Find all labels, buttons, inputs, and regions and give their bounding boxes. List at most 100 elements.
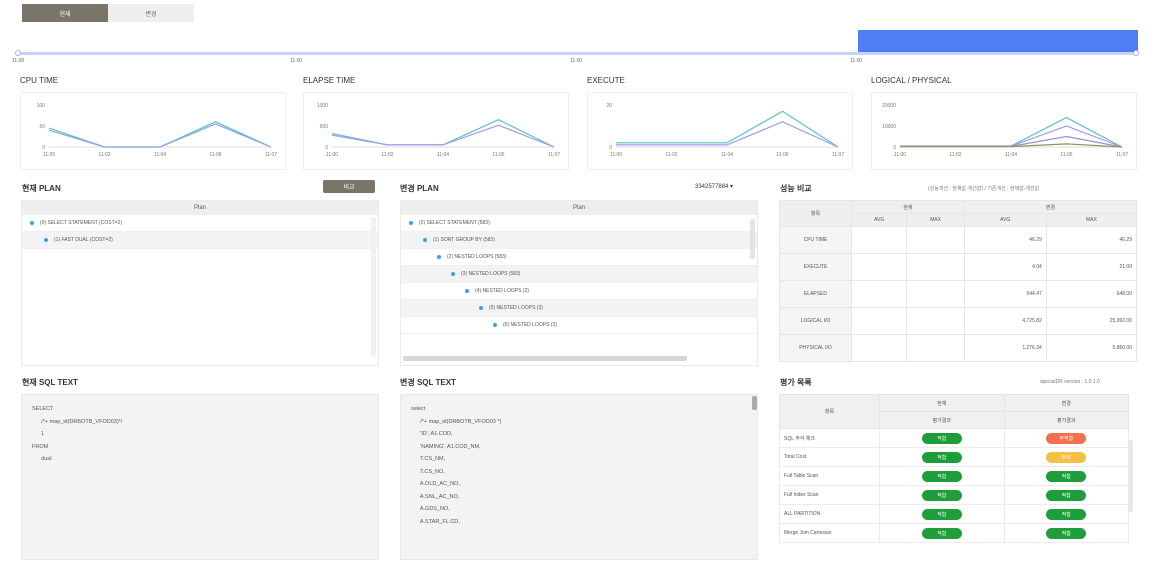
status-badge: 적합 <box>921 489 962 501</box>
eval-scrollbar[interactable] <box>1128 440 1133 512</box>
timeline-label: 11:00 <box>290 58 303 64</box>
tree-node-icon[interactable] <box>437 255 441 259</box>
chart-title: ELAPSE TIME <box>303 76 356 85</box>
timeline-end-handle[interactable] <box>1133 50 1139 56</box>
y-tick-label: 20000 <box>882 103 896 109</box>
tab-change[interactable]: 변경 <box>108 4 194 22</box>
perf-cell: 544.47 <box>963 280 1047 308</box>
sql-scrollbar[interactable] <box>752 396 757 410</box>
x-tick-label: 11:02 <box>381 152 393 158</box>
chart-title: EXECUTE <box>587 76 625 85</box>
table-row: Total Cost 적합 주의 <box>779 447 1129 467</box>
tree-node-icon[interactable] <box>423 238 427 242</box>
perf-title: 성능 비교 <box>780 184 812 193</box>
status-badge: 적합 <box>1046 508 1087 520</box>
timeline-start-handle[interactable] <box>15 50 21 56</box>
chart-svg: 20000 10000 011:00 11:02 11:04 11:06 11:07 <box>882 103 1128 158</box>
perf-sub-avg: AVG <box>850 213 908 227</box>
tree-node-icon[interactable] <box>409 221 413 225</box>
plan-row-text: (3) NESTED LOOPS (583) <box>461 271 521 277</box>
perf-cell <box>850 253 908 281</box>
perf-cell <box>906 226 965 254</box>
chart-cpu-time: CPU TIME 100 50 0 11:00 11:02 11:04 11:06 11:07 <box>20 76 286 172</box>
eval-row-label: Full Table Scan <box>779 466 880 486</box>
plan-row[interactable]: (1) SORT GROUP BY (583) <box>401 232 757 249</box>
x-tick-label: 11:06 <box>1060 152 1072 158</box>
plan-row[interactable]: (4) NESTED LOOPS (3) <box>401 283 757 300</box>
x-tick-label: 11:04 <box>721 152 733 158</box>
x-tick-label: 11:04 <box>1005 152 1017 158</box>
plan-scrollbar[interactable] <box>371 217 376 357</box>
perf-cell: 4,725.82 <box>963 307 1047 335</box>
perf-cell <box>906 253 965 281</box>
timeline-label: 11:00 <box>12 58 25 64</box>
status-badge: 부적합 <box>1046 432 1087 444</box>
perf-row-label: ELAPSED <box>779 280 852 308</box>
plan-row[interactable]: (1) FAST DUAL (COST=2) <box>22 232 378 249</box>
x-tick-label: 11:07 <box>548 152 560 158</box>
x-tick-label: 11:07 <box>832 152 844 158</box>
perf-cell <box>906 334 965 362</box>
chart-area: 100 50 0 11:00 11:02 11:04 11:06 11:07 <box>20 92 286 170</box>
plan-row[interactable]: (6) NESTED LOOPS (3) <box>401 317 757 334</box>
plan-row[interactable]: (0) SELECT STATEMENT (583) <box>401 215 757 232</box>
y-tick-label: 0 <box>325 145 328 151</box>
eval-sub-change: 평가결과 <box>1003 411 1129 429</box>
change-sql-text[interactable]: select /*+ map_id(DRBOTB_VFOD03 *) 'ID',… <box>400 394 758 560</box>
status-badge: 적합 <box>921 432 962 444</box>
plan-row-text: (1) SORT GROUP BY (583) <box>433 237 495 243</box>
plan-row[interactable]: (5) NESTED LOOPS (3) <box>401 300 757 317</box>
eval-version: specialDR version : 1.0.1.0 <box>1040 379 1100 385</box>
status-badge: 주의 <box>1046 451 1087 463</box>
timeline-track[interactable] <box>18 52 1138 55</box>
change-plan-title: 변경 PLAN <box>400 184 439 193</box>
perf-cell <box>906 280 965 308</box>
plan-row[interactable]: (3) NESTED LOOPS (583) <box>401 266 757 283</box>
plan-row[interactable]: (0) SELECT STATEMENT (COST=2) <box>22 215 378 232</box>
perf-cell: 46.29 <box>1045 226 1138 254</box>
tree-node-icon[interactable] <box>44 238 48 242</box>
tree-node-icon[interactable] <box>30 221 34 225</box>
timeline-slider[interactable]: 11:00 11:00 11:00 11:00 <box>12 30 1139 64</box>
compare-button[interactable]: 비교 <box>323 180 375 193</box>
plan-horizontal-scrollbar[interactable] <box>403 356 687 361</box>
status-badge: 적합 <box>1046 527 1087 539</box>
y-tick-label: 0 <box>609 145 612 151</box>
series-line <box>331 124 555 148</box>
chart-area: 20 0 11:00 11:02 11:04 11:06 11:07 <box>587 92 853 170</box>
x-tick-label: 11:07 <box>1116 152 1128 158</box>
perf-col-item: 항목 <box>779 200 852 227</box>
plan-row[interactable]: (2) NESTED LOOPS (583) <box>401 249 757 266</box>
perf-sub-max: MAX <box>906 213 965 227</box>
perf-cell: 648.00 <box>1045 280 1138 308</box>
x-tick-label: 11:04 <box>437 152 449 158</box>
eval-row-label: SQL 주석 체크 <box>779 428 880 448</box>
table-row: EXECUTE 4.04 21.00 <box>779 253 1138 281</box>
x-tick-label: 11:00 <box>894 152 906 158</box>
tree-node-icon[interactable] <box>479 306 483 310</box>
status-badge: 적합 <box>1046 470 1087 482</box>
perf-row-label: CPU TIME <box>779 226 852 254</box>
tree-node-icon[interactable] <box>493 323 497 327</box>
current-sql-text[interactable]: SELECT /*+ map_id(DRBOTB_VFOD03)*/ 1 FRO… <box>21 394 379 560</box>
status-badge: 적합 <box>1046 489 1087 501</box>
tree-node-icon[interactable] <box>465 289 469 293</box>
x-tick-label: 11:06 <box>776 152 788 158</box>
tab-current[interactable]: 현재 <box>22 4 108 22</box>
x-tick-label: 11:00 <box>610 152 622 158</box>
plan-hash-select[interactable]: 3342577884 ▾ <box>695 183 733 190</box>
table-row: Full Index Scan 적합 적합 <box>779 485 1129 505</box>
chart-svg: 100 50 011:00 11:02 11:04 11:06 11:07 <box>37 103 278 158</box>
timeline-label: 11:00 <box>850 58 863 64</box>
eval-row-label: Full Index Scan <box>779 485 880 505</box>
plan-row-text: (4) NESTED LOOPS (3) <box>475 288 529 294</box>
timeline-selection[interactable] <box>858 30 1138 52</box>
tree-node-icon[interactable] <box>451 272 455 276</box>
table-row: SQL 주석 체크 적합 부적합 <box>779 428 1129 448</box>
plan-row-text: (2) NESTED LOOPS (583) <box>447 254 507 260</box>
table-row: ALL PARTITION 적합 적합 <box>779 504 1129 524</box>
table-row: Merge Join Cartesian 적합 적합 <box>779 523 1129 543</box>
perf-row-label: LOGICAL I/O <box>779 307 852 335</box>
plan-scrollbar[interactable] <box>750 219 755 259</box>
chart-area: 20000 10000 0 11:00 11:02 11:04 11:06 11:07 <box>871 92 1137 170</box>
